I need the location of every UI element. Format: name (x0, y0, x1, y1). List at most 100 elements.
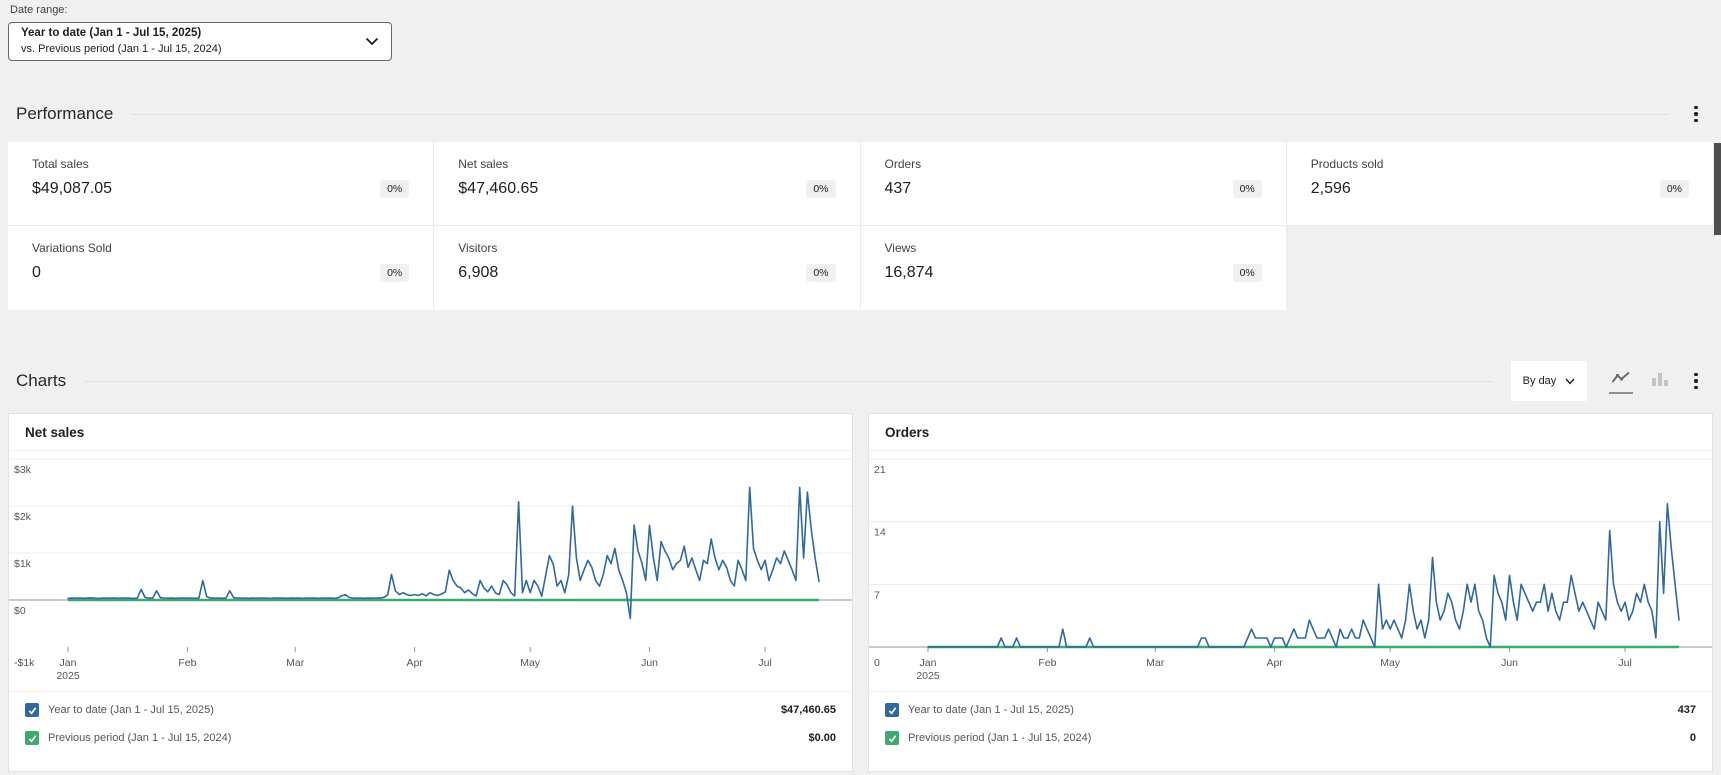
svg-text:Jan: Jan (920, 657, 937, 669)
svg-text:Feb: Feb (1038, 657, 1056, 669)
metric-card-orders[interactable]: Orders 437 0% (861, 142, 1287, 226)
metric-value: 0 (32, 264, 41, 282)
legend-value: $47,460.65 (781, 704, 836, 716)
svg-text:2025: 2025 (916, 670, 940, 682)
svg-text:Apr: Apr (1266, 657, 1283, 669)
chart-title: Net sales (9, 414, 852, 451)
svg-text:$3k: $3k (14, 464, 32, 476)
svg-text:Mar: Mar (286, 657, 305, 669)
metric-value: 6,908 (458, 264, 498, 282)
metric-label: Products sold (1311, 157, 1689, 171)
date-range-secondary: vs. Previous period (Jan 1 - Jul 15, 202… (21, 42, 365, 57)
charts-menu-kebab-icon[interactable] (1687, 369, 1705, 393)
metric-label: Visitors (458, 241, 835, 255)
metric-label: Total sales (32, 157, 409, 171)
metric-value: 2,596 (1311, 180, 1351, 198)
line-chart-toggle-button[interactable] (1609, 368, 1633, 394)
metric-delta-badge: 0% (1233, 180, 1262, 198)
bar-chart-icon (1651, 371, 1669, 386)
svg-text:May: May (1380, 657, 1401, 669)
vertical-scrollbar-thumb[interactable] (1714, 143, 1721, 235)
metric-label: Orders (885, 157, 1262, 171)
date-range-label: Date range: (10, 4, 67, 16)
header-divider (84, 381, 1493, 382)
legend-value: 0 (1690, 732, 1696, 744)
checkbox-checked-icon[interactable] (25, 731, 39, 745)
chart-legend: Year to date (Jan 1 - Jul 15, 2025) 437 … (869, 691, 1712, 756)
svg-text:Jul: Jul (758, 657, 771, 669)
metric-label: Variations Sold (32, 241, 409, 255)
checkbox-checked-icon[interactable] (885, 731, 899, 745)
chevron-down-icon (365, 37, 379, 46)
checkbox-checked-icon[interactable] (25, 703, 39, 717)
svg-text:Apr: Apr (406, 657, 423, 669)
checkbox-checked-icon[interactable] (885, 703, 899, 717)
metric-label: Net sales (458, 157, 835, 171)
metric-delta-badge: 0% (1233, 264, 1262, 282)
svg-text:Jun: Jun (1501, 657, 1518, 669)
svg-text:Jun: Jun (641, 657, 658, 669)
performance-metrics-grid: Total sales $49,087.05 0% Net sales $47,… (8, 142, 1713, 310)
metric-value: $47,460.65 (458, 180, 538, 198)
metric-value: 16,874 (885, 264, 934, 282)
metric-delta-badge: 0% (380, 264, 409, 282)
svg-text:$1k: $1k (14, 558, 32, 570)
svg-text:7: 7 (874, 589, 880, 601)
chart-legend: Year to date (Jan 1 - Jul 15, 2025) $47,… (9, 691, 852, 756)
chart-title: Orders (869, 414, 1712, 451)
bar-chart-toggle-button[interactable] (1649, 368, 1671, 394)
legend-label: Previous period (Jan 1 - Jul 15, 2024) (48, 732, 799, 744)
performance-menu-kebab-icon[interactable] (1687, 102, 1705, 126)
svg-text:$0: $0 (14, 605, 26, 617)
metric-value: $49,087.05 (32, 180, 112, 198)
metric-card-products-sold[interactable]: Products sold 2,596 0% (1287, 142, 1713, 226)
metric-delta-badge: 0% (1660, 180, 1689, 198)
metric-value: 437 (885, 180, 912, 198)
metric-card-net-sales[interactable]: Net sales $47,460.65 0% (434, 142, 860, 226)
svg-text:21: 21 (874, 464, 886, 476)
metric-card-variations-sold[interactable]: Variations Sold 0 0% (8, 226, 434, 310)
svg-text:0: 0 (874, 657, 880, 669)
metric-card-total-sales[interactable]: Total sales $49,087.05 0% (8, 142, 434, 226)
charts-title: Charts (16, 371, 66, 391)
metric-card-views[interactable]: Views 16,874 0% (861, 226, 1287, 310)
net-sales-chart-card: Net sales $3k $2k $1k $0 -$1k Jan2025 Feb Mar Ap… (8, 413, 853, 772)
svg-text:Jul: Jul (1618, 657, 1631, 669)
legend-item-current-period[interactable]: Year to date (Jan 1 - Jul 15, 2025) 437 (869, 696, 1712, 724)
svg-text:Feb: Feb (178, 657, 196, 669)
svg-text:2025: 2025 (56, 670, 80, 682)
interval-value: By day (1523, 375, 1557, 387)
svg-text:-$1k: -$1k (14, 657, 35, 669)
svg-text:May: May (520, 657, 541, 669)
svg-text:Mar: Mar (1146, 657, 1165, 669)
legend-label: Year to date (Jan 1 - Jul 15, 2025) (908, 704, 1669, 716)
line-chart-icon (1611, 371, 1631, 386)
legend-label: Year to date (Jan 1 - Jul 15, 2025) (48, 704, 772, 716)
metric-cell-empty (1287, 226, 1713, 310)
orders-line-chart[interactable]: 21 14 7 0 Jan2025 Feb Mar Apr May Jun Jul (869, 451, 1712, 691)
metric-delta-badge: 0% (380, 180, 409, 198)
svg-text:14: 14 (874, 527, 886, 539)
header-divider (131, 114, 1669, 115)
charts-section-header: Charts By day (16, 360, 1705, 402)
performance-section-header: Performance (16, 96, 1705, 132)
legend-value: $0.00 (808, 732, 836, 744)
svg-text:$2k: $2k (14, 511, 32, 523)
svg-text:Jan: Jan (60, 657, 77, 669)
date-range-primary: Year to date (Jan 1 - Jul 15, 2025) (21, 26, 365, 42)
orders-chart-card: Orders 21 14 7 0 Jan2025 Feb Mar Apr May Jun Jul Y… (868, 413, 1713, 772)
date-range-dropdown[interactable]: Year to date (Jan 1 - Jul 15, 2025) vs. … (8, 22, 392, 61)
legend-item-current-period[interactable]: Year to date (Jan 1 - Jul 15, 2025) $47,… (9, 696, 852, 724)
legend-item-previous-period[interactable]: Previous period (Jan 1 - Jul 15, 2024) 0 (869, 724, 1712, 752)
legend-item-previous-period[interactable]: Previous period (Jan 1 - Jul 15, 2024) $… (9, 724, 852, 752)
chevron-down-icon (1565, 378, 1575, 385)
metric-delta-badge: 0% (806, 180, 835, 198)
legend-label: Previous period (Jan 1 - Jul 15, 2024) (908, 732, 1681, 744)
interval-dropdown[interactable]: By day (1511, 361, 1587, 401)
chart-type-toggle-group (1609, 368, 1705, 394)
metric-delta-badge: 0% (806, 264, 835, 282)
performance-title: Performance (16, 104, 113, 124)
date-range-text: Year to date (Jan 1 - Jul 15, 2025) vs. … (21, 26, 365, 56)
net-sales-line-chart[interactable]: $3k $2k $1k $0 -$1k Jan2025 Feb Mar Apr May Jun Jul (9, 451, 852, 691)
metric-card-visitors[interactable]: Visitors 6,908 0% (434, 226, 860, 310)
